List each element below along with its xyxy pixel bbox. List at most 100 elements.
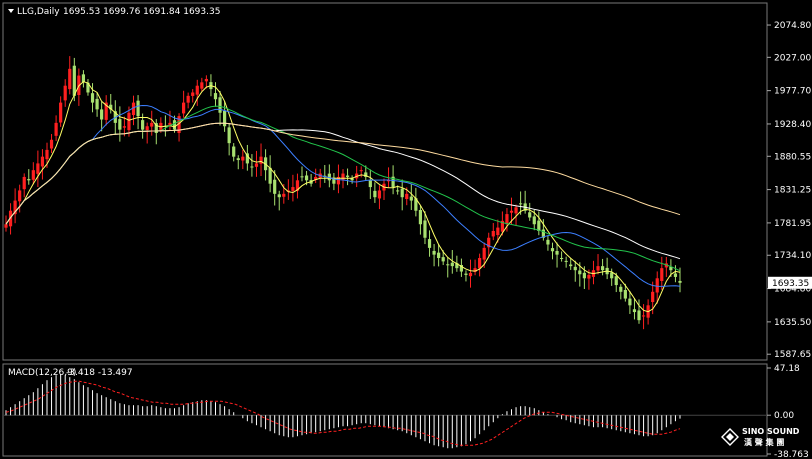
candle-body [559,257,564,259]
candle-body [222,110,227,127]
price-tick-label: 1831.25 [774,186,811,196]
candle-body [482,247,486,260]
candle-body [213,93,218,100]
candle-body [550,248,555,252]
candle-body [514,207,518,214]
candle-body [446,264,450,266]
macd-header: MACD(12,26,9) -3.418 -13.497 [8,368,133,378]
logo-text: SINO SOUND [742,427,800,436]
candle-body [68,68,72,90]
chart-background [0,0,812,459]
macd-tick-label: 0.00 [774,411,794,421]
candle-body [200,82,204,89]
candle-body [100,109,104,120]
candle-body [632,309,637,313]
candle-body [532,216,536,225]
candle-body [546,239,550,245]
candle-body [291,187,295,191]
candle-body [204,78,208,82]
candle-body [418,210,423,225]
candle-body [564,260,568,262]
candle-body [341,173,345,181]
price-tick-label: 1635.50 [774,318,811,328]
candle-body [304,175,309,181]
candle-body [405,193,409,200]
price-tick-label: 1977.70 [774,87,811,97]
candle-body [118,119,122,130]
candle-body [427,239,432,248]
candle-body [441,257,445,262]
candle-body [569,264,573,267]
candle-body [27,179,31,181]
candle-body [18,190,22,202]
candle-body [450,262,454,267]
macd-values: -3.418 -13.497 [66,368,133,378]
candle-body [40,156,45,167]
candle-body [596,266,600,271]
candle-body [519,203,523,205]
candle-body [81,74,86,83]
candle-body [227,127,231,144]
candle-body [250,166,254,168]
ohlc-values: 1695.53 1699.76 1691.84 1693.35 [63,7,220,17]
candle-body [63,85,67,101]
candle-body [273,179,277,194]
candle-body [496,227,500,236]
candle-body [610,272,614,279]
candle-body [236,158,240,161]
trading-chart[interactable]: 2074.80 2027.00 1977.70 1928.40 1880.55 1831.… [0,0,812,459]
candle-body [186,95,190,103]
candle-body [623,289,627,299]
candle-body [22,176,26,190]
candle-body [218,97,222,113]
chart-header: LLG,Daily 1695.53 1699.76 1691.84 1693.3… [8,7,220,17]
candle-body [45,149,49,160]
candle-body [31,170,35,180]
candle-body [277,194,281,198]
price-tick-label: 1928.40 [774,120,811,130]
candle-body [59,102,63,123]
candle-body [637,310,641,321]
candle-body [651,291,655,303]
candle-body [437,252,441,259]
candle-body [509,210,514,213]
candle-body [423,220,427,238]
candle-body [396,190,400,192]
candle-body [122,126,127,128]
candle-body [464,273,468,275]
candle-body [282,193,286,197]
candle-body [359,170,363,172]
candle-body [72,65,76,96]
candle-body [49,139,54,149]
candle-body [232,146,236,157]
candle-body [582,272,586,279]
candle-body [628,298,632,306]
candle-body [95,98,99,110]
candle-body [4,224,8,228]
candle-body [368,179,372,188]
candle-body [655,278,659,293]
candle-body [673,273,678,277]
candle-body [259,156,263,164]
price-tick-label: 1734.10 [774,251,811,261]
candle-body [150,122,154,127]
symbol-label: LLG,Daily [17,7,60,17]
price-tick-label: 1880.55 [774,152,811,162]
candle-body [300,176,304,178]
candle-body [600,266,605,271]
candle-body [468,272,473,277]
candle-body [172,120,177,130]
candle-body [409,196,413,201]
candle-body [587,274,591,279]
macd-tick-label: 47.18 [774,364,800,374]
candle-body [555,250,559,255]
candle-body [614,276,618,286]
candle-body [660,268,664,281]
candle-body [641,315,646,317]
candle-body [36,163,40,174]
candle-body [528,212,532,218]
candle-body [373,190,377,198]
candle-body [145,126,149,131]
candle-body [400,188,404,198]
candle-body [505,214,509,225]
